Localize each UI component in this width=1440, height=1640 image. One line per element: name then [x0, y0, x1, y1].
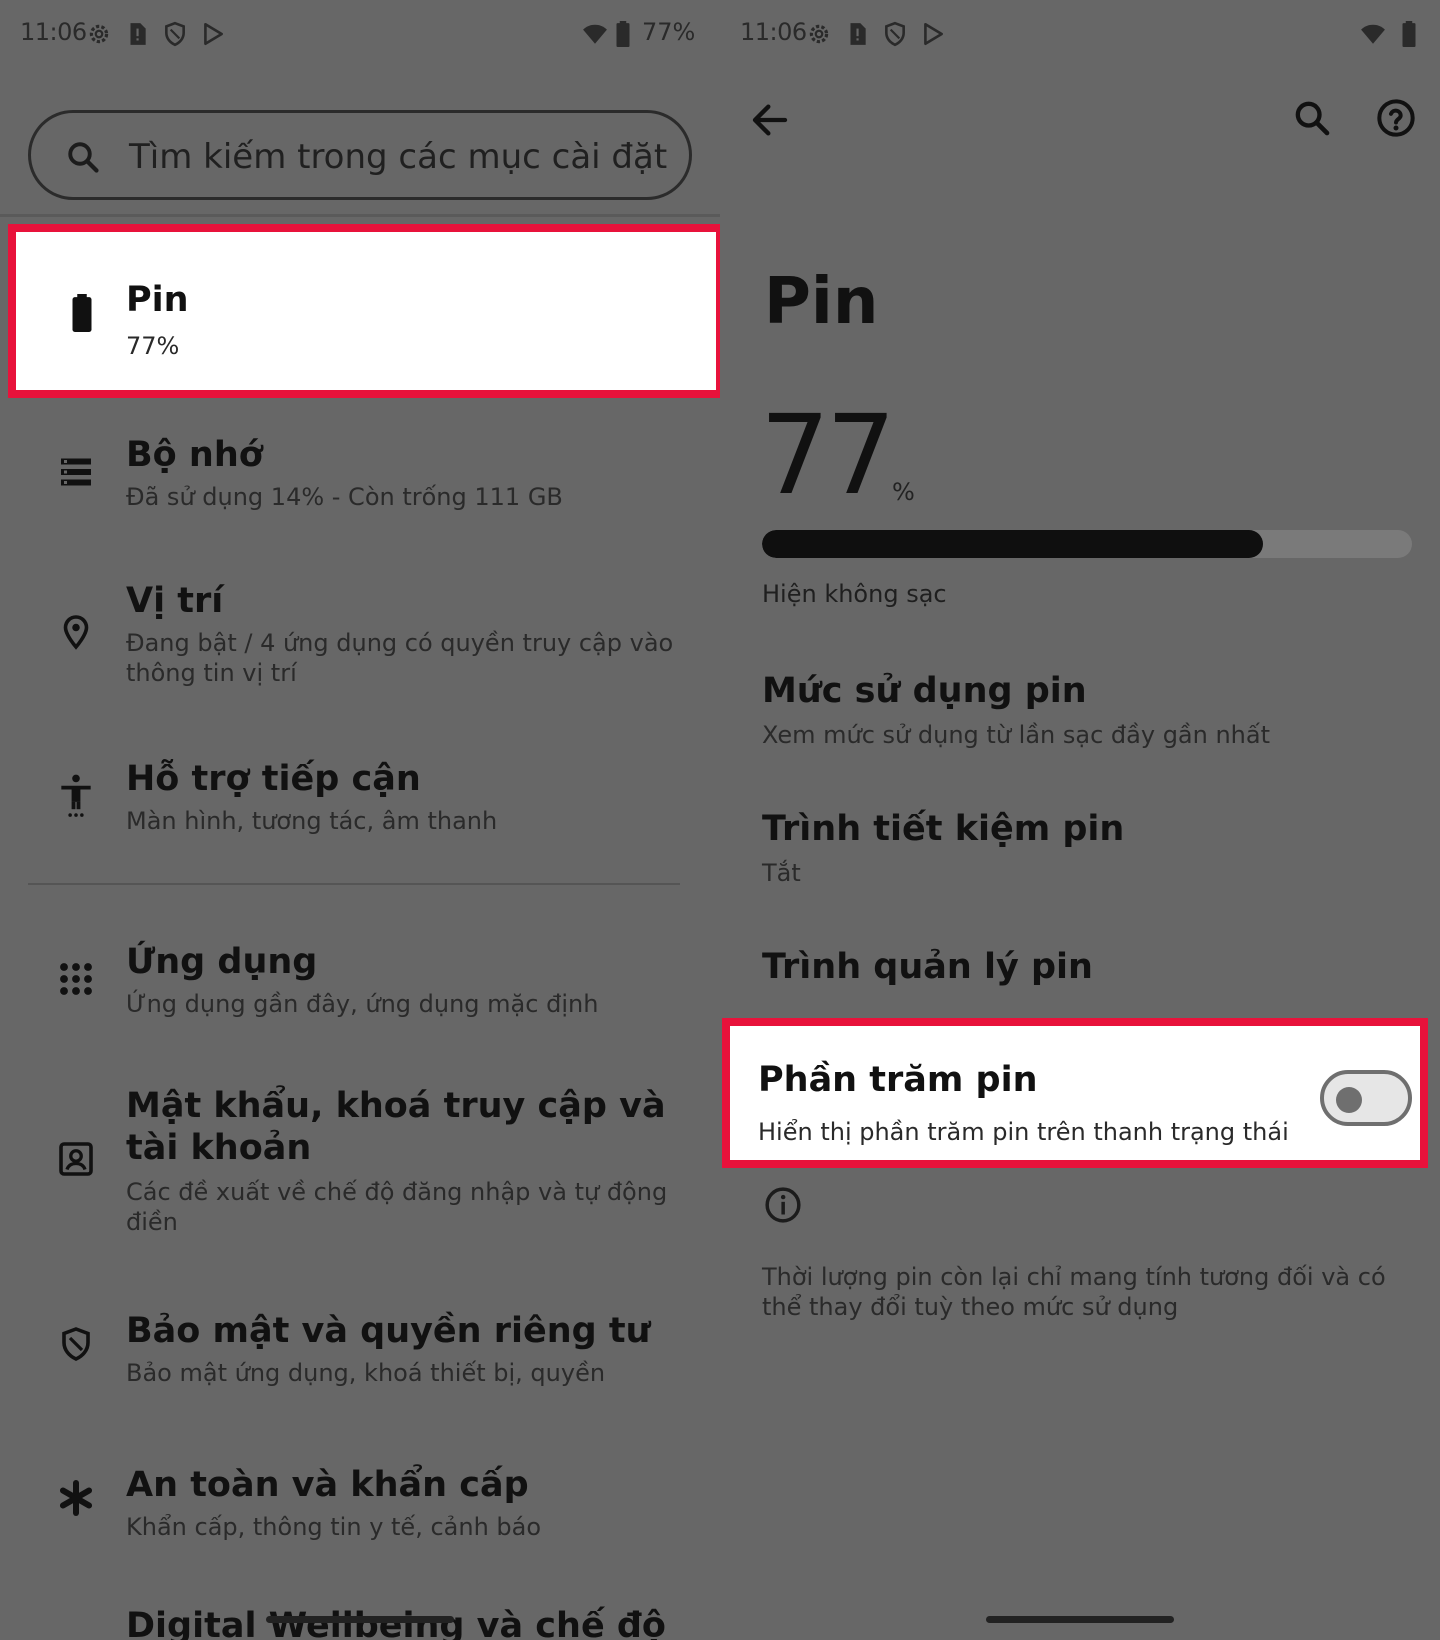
item-subtitle: Ứng dụng gần đây, ứng dụng mặc định: [126, 990, 599, 1018]
item-title: Vị trí: [126, 581, 224, 621]
battery-level-unit: %: [892, 478, 915, 506]
charge-status: Hiện không sạc: [762, 580, 947, 608]
wifi-icon: [1361, 24, 1385, 44]
item-subtitle: Xem mức sử dụng từ lần sạc đầy gần nhất: [762, 721, 1271, 749]
item-subtitle: Đã sử dụng 14% - Còn trống 111 GB: [126, 483, 563, 511]
item-subtitle: 77%: [126, 332, 180, 360]
status-bar: 11:06: [720, 0, 1440, 70]
battery-level-value: 77: [760, 391, 896, 519]
item-title: Trình tiết kiệm pin: [762, 809, 1125, 849]
settings-home-pane: 11:06 77% Tìm kiếm trong các mục cài đặt…: [0, 0, 720, 1640]
search-divider: [0, 214, 720, 217]
storage-icon: [61, 458, 91, 486]
shield-status-icon: [165, 21, 185, 47]
gesture-nav-handle[interactable]: [266, 1616, 454, 1623]
item-title: Trình quản lý pin: [762, 947, 1093, 987]
account-icon: [59, 1142, 93, 1176]
item-title: Mật khẩu, khoá truy cập và tài khoản: [126, 1086, 666, 1168]
help-icon[interactable]: [1376, 98, 1416, 138]
setting-subtitle: Hiển thị phần trăm pin trên thanh trạng …: [758, 1118, 1289, 1146]
battery-level-bar-fill: [762, 530, 1263, 558]
item-title: Bộ nhớ: [126, 435, 263, 475]
setting-title: Phần trăm pin: [758, 1060, 1038, 1100]
item-title: Mức sử dụng pin: [762, 671, 1087, 711]
battery-icon: [72, 294, 92, 332]
shield-icon: [62, 1327, 90, 1361]
item-subtitle: Các đề xuất về chế độ đăng nhập và tự độ…: [126, 1178, 668, 1236]
item-title: Hỗ trợ tiếp cận: [126, 759, 421, 799]
back-arrow-icon[interactable]: [750, 100, 790, 140]
battery-manager-item[interactable]: Trình quản lý pin: [762, 946, 1402, 988]
battery-usage-item[interactable]: Mức sử dụng pin Xem mức sử dụng từ lần s…: [762, 670, 1402, 750]
gear-icon: [809, 24, 829, 44]
settings-item-battery[interactable]: Pin 77%: [8, 224, 720, 398]
status-time: 11:06: [20, 18, 87, 46]
shield-status-icon: [885, 21, 905, 47]
battery-saver-item[interactable]: Trình tiết kiệm pin Tắt: [762, 808, 1402, 888]
search-icon[interactable]: [1292, 98, 1332, 138]
location-icon: [63, 615, 89, 650]
status-battery-percent: 77%: [642, 18, 696, 46]
battery-settings-pane: 11:06 Pin 77 % Hiện không sạc Mức sử dụn…: [720, 0, 1440, 1640]
battery-status-icon: [1402, 21, 1416, 47]
section-divider: [28, 883, 680, 885]
search-icon: [68, 142, 99, 173]
battery-status-icon: [616, 21, 630, 47]
battery-percentage-toggle[interactable]: [1320, 1070, 1412, 1126]
gesture-nav-handle[interactable]: [986, 1616, 1174, 1623]
item-subtitle: Màn hình, tương tác, âm thanh: [126, 807, 498, 835]
toggle-knob: [1336, 1087, 1362, 1113]
battery-percentage-setting[interactable]: Phần trăm pin Hiển thị phần trăm pin trê…: [722, 1018, 1428, 1168]
status-bar: 11:06 77%: [0, 0, 720, 70]
alert-card-icon: [130, 23, 146, 45]
settings-search-bar[interactable]: Tìm kiếm trong các mục cài đặt: [28, 110, 692, 200]
status-time: 11:06: [740, 18, 807, 46]
battery-level-bar: [762, 530, 1412, 558]
item-subtitle: Bảo mật ứng dụng, khoá thiết bị, quyền: [126, 1359, 606, 1387]
battery-estimate-note: Thời lượng pin còn lại chỉ mang tính tươ…: [762, 1263, 1386, 1321]
asterisk-icon: [59, 1480, 93, 1516]
accessibility-icon: [61, 774, 91, 817]
item-subtitle: Tắt: [762, 859, 801, 887]
item-title: An toàn và khẩn cấp: [126, 1465, 529, 1505]
item-title: Pin: [126, 280, 189, 320]
item-title: Ứng dụng: [126, 942, 318, 982]
gear-icon: [89, 24, 109, 44]
play-store-icon: [204, 22, 223, 46]
alert-card-icon: [850, 23, 866, 45]
apps-icon: [60, 963, 92, 995]
item-subtitle: Khẩn cấp, thông tin y tế, cảnh báo: [126, 1513, 542, 1541]
search-placeholder: Tìm kiếm trong các mục cài đặt: [129, 137, 668, 177]
item-subtitle: Đang bật / 4 ứng dụng có quyền truy cập …: [126, 629, 674, 687]
page-title: Pin: [764, 265, 879, 339]
play-store-icon: [924, 22, 943, 46]
item-title: Bảo mật và quyền riêng tư: [126, 1311, 651, 1351]
wifi-icon: [583, 24, 607, 44]
info-icon: [765, 1187, 801, 1223]
